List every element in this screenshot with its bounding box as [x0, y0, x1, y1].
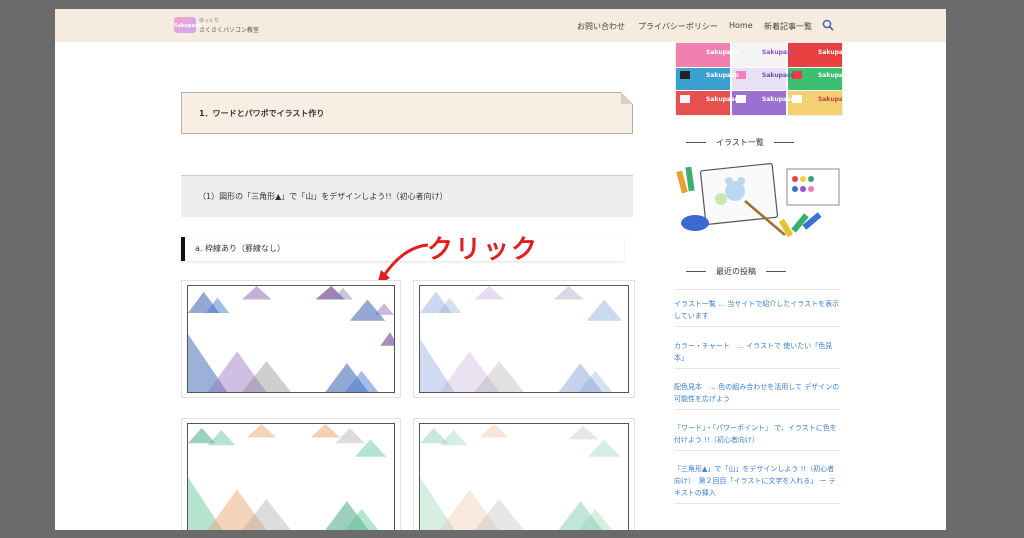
- nav-privacy[interactable]: プライバシーポリシー: [638, 21, 718, 32]
- thumbnail-frame: [419, 423, 629, 530]
- brand-subtitle: ゆっくり: [199, 18, 220, 24]
- banner-label: Sakupaso: [706, 49, 739, 56]
- recent-post-link[interactable]: 「三角形▲」で「山」をデザインしよう !!（初心者向け） 第２回目「イラストに文…: [674, 463, 840, 504]
- banner-label: Sakupaso: [818, 49, 843, 56]
- section-heading-2: （1）図形の「三角形▲」で「山」をデザインしよう!!（初心者向け）: [181, 175, 633, 217]
- recent-post-link[interactable]: 配色見本 … 色の組み合わせを活用して デザインの可能性を広げよう: [674, 381, 840, 410]
- thumbnail-frame: [187, 285, 395, 393]
- mountain-thumbnail-pale[interactable]: [413, 280, 635, 398]
- recent-post-link[interactable]: カラー・チャート … イラストで 使いたい「色見本」: [674, 340, 840, 369]
- banner-label: Sakupaso: [818, 72, 843, 79]
- recent-title-text: 最近の投稿: [716, 267, 756, 276]
- divider: [674, 289, 840, 290]
- mountain-thumbnail-blue[interactable]: [181, 280, 401, 398]
- heading-2-text: （1）図形の「三角形▲」で「山」をデザインしよう!!（初心者向け）: [198, 192, 448, 201]
- mountain-illustration: [420, 424, 621, 530]
- banner-label: Sakupaso: [706, 72, 739, 79]
- thumbnail-frame: [187, 423, 395, 530]
- divider: [686, 142, 706, 143]
- divider: [773, 142, 794, 143]
- site-header: Sakupaso ゆっくり さくさくパソコン教室 お問い合わせ プライバシーポリ…: [55, 9, 946, 42]
- heading-1-text: 1．ワードとパワポでイラスト作り: [199, 109, 325, 118]
- search-icon[interactable]: [822, 19, 834, 31]
- mountain-thumbnail-green[interactable]: [181, 418, 401, 530]
- divider: [686, 271, 706, 272]
- logo-text: Sakupaso: [174, 23, 202, 29]
- banner-label: Sakupaso: [818, 96, 843, 103]
- illust-title-text: イラスト一覧: [716, 138, 764, 147]
- recent-post-link[interactable]: イラスト一覧 … 当サイトで紹介したイラストを表示しています: [674, 298, 840, 327]
- banner-label: Sakupaso: [762, 49, 795, 56]
- banner-label: Sakupaso: [762, 72, 795, 79]
- mountain-illustration: [188, 424, 387, 530]
- mountain-illustration: [420, 286, 623, 392]
- illust-section-title: イラスト一覧: [676, 137, 804, 148]
- nav-new-articles[interactable]: 新着記事一覧: [764, 21, 812, 32]
- recent-section-title: 最近の投稿: [676, 266, 796, 277]
- divider: [766, 271, 786, 272]
- thumbnail-frame: [419, 285, 629, 393]
- sidebar-banner[interactable]: Sakupaso Sakupaso Sakupaso Sakupaso Saku…: [675, 42, 843, 116]
- heading-3-text: a. 枠線あり（罫線なし）: [195, 244, 285, 253]
- mountain-illustration: [188, 286, 394, 392]
- brand-name[interactable]: さくさくパソコン教室: [199, 25, 259, 34]
- banner-label: Sakupaso: [762, 96, 795, 103]
- nav-contact[interactable]: お問い合わせ: [577, 21, 625, 32]
- art-supplies-illustration[interactable]: [675, 161, 841, 241]
- mountain-thumbnail-pale-green[interactable]: [413, 418, 635, 530]
- banner-label: Sakupaso: [706, 96, 739, 103]
- nav-home[interactable]: Home: [729, 21, 753, 30]
- click-annotation: クリック: [427, 235, 540, 265]
- section-heading-1: 1．ワードとパワポでイラスト作り: [181, 92, 633, 134]
- recent-post-link[interactable]: 「ワード」・「パワーポイント」 で、イラストに色を付けよう !!（初心者向け）: [674, 422, 840, 451]
- webpage: Sakupaso ゆっくり さくさくパソコン教室 お問い合わせ プライバシーポリ…: [55, 9, 946, 530]
- page-fold-corner: [621, 92, 633, 104]
